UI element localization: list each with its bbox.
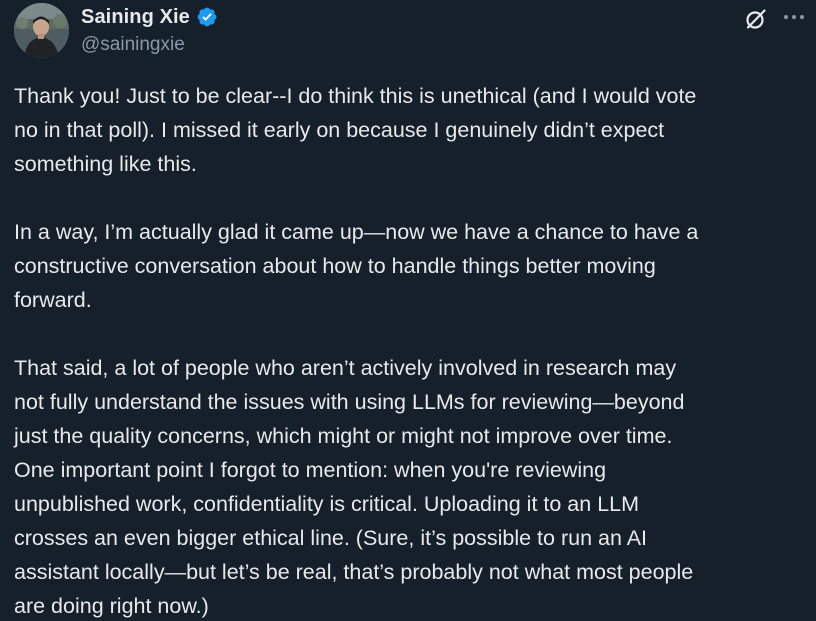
text-line: no in that poll). I missed it early on b… [14, 118, 665, 142]
text-line: just the quality concerns, which might o… [14, 424, 673, 448]
avatar-image [14, 3, 69, 58]
tweet-paragraph: Thank you! Just to be clear--I do think … [14, 79, 814, 181]
text-line: crosses an even bigger ethical line. (Su… [14, 526, 648, 550]
more-options-button[interactable] [781, 6, 807, 28]
ellipsis-icon [784, 15, 804, 19]
text-line: something like this. [14, 152, 197, 176]
text-line: Thank you! Just to be clear--I do think … [14, 84, 697, 108]
text-line: forward. [14, 288, 92, 312]
tweet-header: Saining Xie @sainingxie [0, 0, 816, 70]
text-line: assistant locally—but let’s be real, tha… [14, 560, 694, 584]
handle[interactable]: @sainingxie [81, 34, 218, 56]
text-line: constructive conversation about how to h… [14, 254, 656, 278]
text-line: unpublished work, confidentiality is cri… [14, 492, 640, 516]
text-line: In a way, I’m actually glad it came up—n… [14, 220, 699, 244]
text-line: not fully understand the issues with usi… [14, 390, 685, 414]
display-name[interactable]: Saining Xie [81, 6, 190, 29]
slashed-circle-icon [746, 9, 766, 29]
author-names: Saining Xie @sainingxie [81, 4, 218, 56]
tweet: Saining Xie @sainingxie Thank you! Just … [0, 0, 816, 621]
display-name-row: Saining Xie [81, 4, 218, 30]
text-line: are doing right now.) [14, 594, 209, 618]
tweet-paragraph: In a way, I’m actually glad it came up—n… [14, 215, 814, 317]
text-line: That said, a lot of people who aren’t ac… [14, 356, 677, 380]
verified-badge-icon [196, 6, 218, 28]
avatar[interactable] [14, 3, 69, 58]
tweet-text: Thank you! Just to be clear--I do think … [14, 79, 814, 621]
text-line: One important point I forgot to mention:… [14, 458, 607, 482]
grok-button[interactable] [744, 7, 768, 31]
tweet-paragraph: That said, a lot of people who aren’t ac… [14, 351, 814, 621]
